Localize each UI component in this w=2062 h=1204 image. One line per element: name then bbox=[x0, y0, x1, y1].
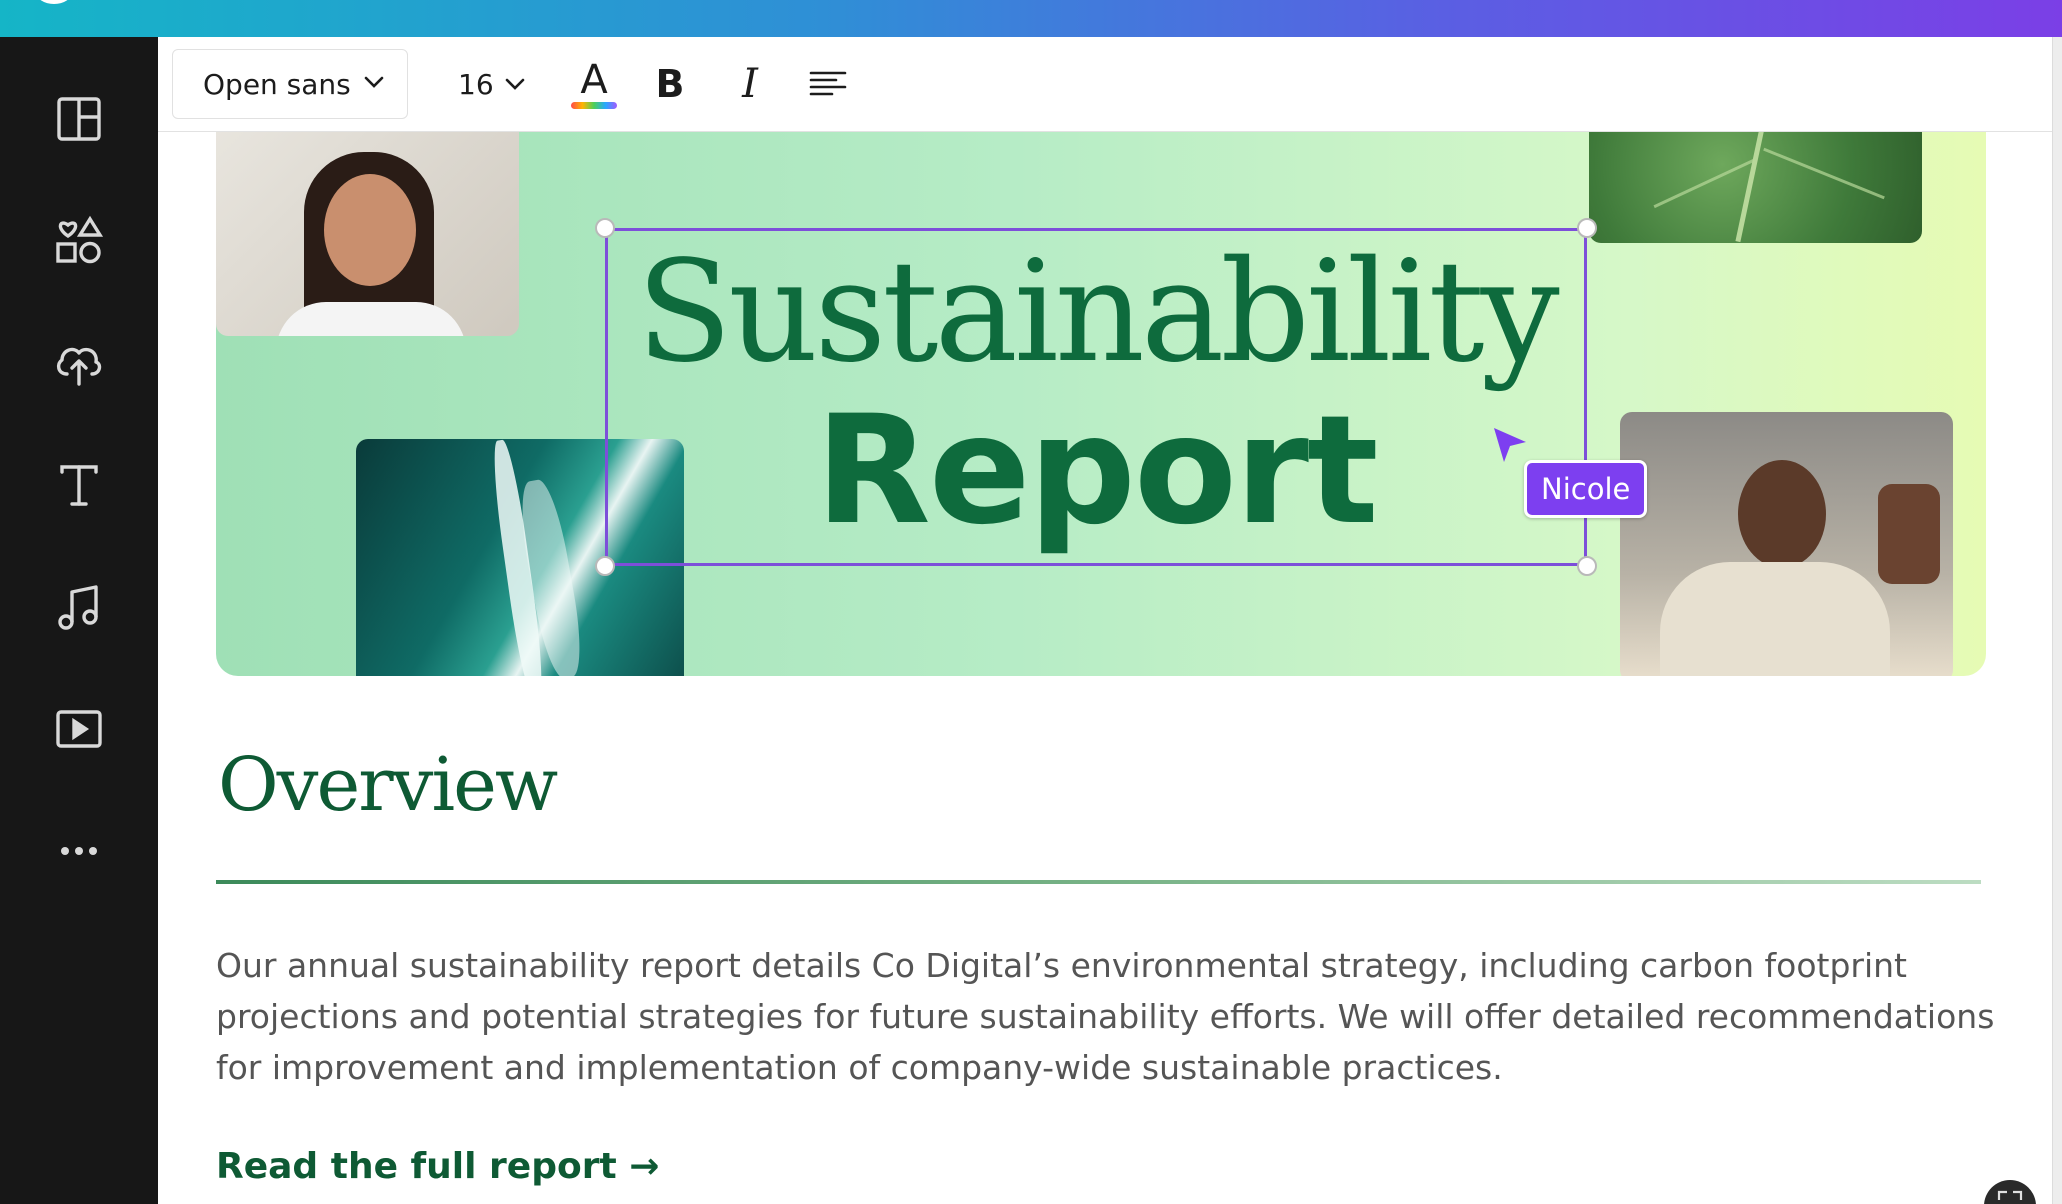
fullscreen-button[interactable] bbox=[1984, 1180, 2036, 1204]
bold-icon: B bbox=[655, 62, 685, 106]
sidebar-item-more[interactable] bbox=[39, 811, 119, 891]
text-color-button[interactable]: A bbox=[564, 51, 624, 117]
italic-icon: I bbox=[742, 61, 758, 107]
leaf-vein bbox=[1653, 158, 1755, 209]
upload-icon bbox=[56, 347, 102, 386]
woman-portrait-photo[interactable] bbox=[216, 132, 519, 336]
man-waving-photo[interactable] bbox=[1620, 412, 1953, 676]
man-face bbox=[1738, 460, 1826, 568]
section-divider bbox=[216, 880, 1981, 884]
sidebar-item-audio[interactable] bbox=[39, 567, 119, 647]
man-hand bbox=[1878, 484, 1940, 584]
text-color-icon: A bbox=[580, 56, 608, 103]
man-shirt bbox=[1660, 562, 1890, 676]
collaborator-cursor-icon bbox=[1494, 428, 1526, 462]
sidebar-item-text[interactable] bbox=[39, 445, 119, 525]
leaf-photo[interactable] bbox=[1589, 132, 1922, 243]
top-gradient-bar bbox=[0, 0, 2062, 37]
font-family-select[interactable]: Open sans bbox=[172, 49, 408, 119]
headline-line-1: Sustainability bbox=[636, 231, 1559, 394]
sidebar-item-videos[interactable] bbox=[39, 689, 119, 769]
overview-body-text[interactable]: Our annual sustainability report details… bbox=[216, 940, 2016, 1093]
music-icon bbox=[58, 585, 98, 630]
layout-icon bbox=[57, 97, 101, 141]
hero-headline[interactable]: Sustainability Report bbox=[605, 228, 1587, 566]
video-icon bbox=[56, 710, 102, 748]
woman-face bbox=[324, 174, 416, 286]
font-family-value: Open sans bbox=[203, 67, 351, 101]
more-icon bbox=[61, 847, 97, 855]
chevron-down-icon bbox=[505, 78, 524, 90]
sidebar-panel bbox=[0, 37, 158, 1204]
expand-icon bbox=[1997, 1190, 2023, 1200]
sidebar-item-uploads[interactable] bbox=[39, 323, 119, 403]
bold-button[interactable]: B bbox=[640, 51, 700, 117]
align-left-icon bbox=[809, 71, 847, 96]
text-toolbar: Open sans 16 A B I bbox=[158, 37, 2052, 132]
text-icon bbox=[60, 465, 98, 506]
elements-icon bbox=[56, 215, 104, 264]
right-scroll-edge[interactable] bbox=[2052, 37, 2062, 1204]
color-swatch-bar bbox=[571, 101, 617, 109]
text-align-button[interactable] bbox=[798, 51, 858, 117]
headline-line-2: Report bbox=[815, 384, 1378, 558]
leaf-vein bbox=[1763, 147, 1885, 200]
font-size-value: 16 bbox=[458, 67, 494, 101]
font-size-select[interactable]: 16 bbox=[458, 49, 548, 119]
overview-heading[interactable]: Overview bbox=[218, 742, 558, 828]
sidebar-item-elements[interactable] bbox=[39, 201, 119, 281]
sidebar-item-layout[interactable] bbox=[39, 79, 119, 159]
hero-banner[interactable]: Sustainability Report Nicole bbox=[216, 132, 1986, 676]
woman-shirt bbox=[276, 302, 466, 336]
top-bar-blip bbox=[36, 0, 72, 4]
chevron-down-icon bbox=[364, 76, 384, 88]
collaborator-name-tag: Nicole bbox=[1524, 460, 1648, 518]
read-full-report-link[interactable]: Read the full report → bbox=[216, 1146, 659, 1187]
italic-button[interactable]: I bbox=[720, 51, 780, 117]
